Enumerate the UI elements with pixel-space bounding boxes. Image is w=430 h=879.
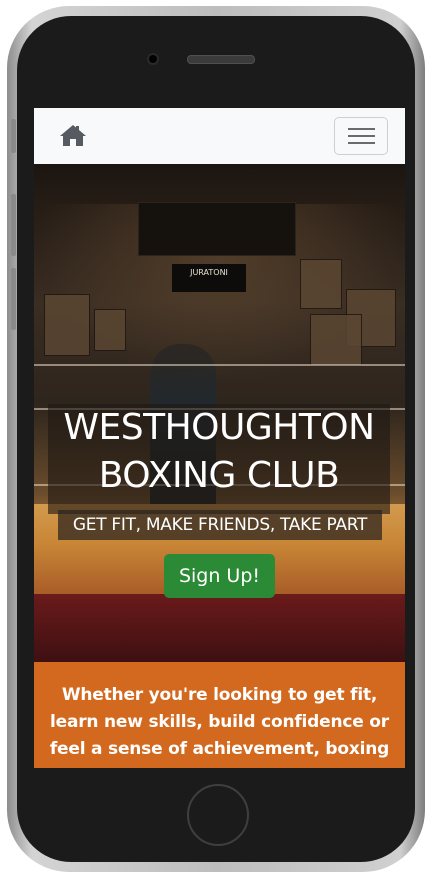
phone-home-button[interactable] <box>187 784 249 846</box>
hero-photo-poster <box>300 259 342 309</box>
boxing-ring-apron <box>34 594 405 662</box>
hero-photo-poster <box>94 309 126 351</box>
hero-photo-sign: JURATONI <box>172 264 246 292</box>
hero-title-line2: BOXING CLUB <box>98 455 340 496</box>
hero-tagline: GET FIT, MAKE FRIENDS, TAKE PART <box>58 510 382 540</box>
earpiece-speaker <box>187 55 255 64</box>
hero-section: JURATONI WESTHOUGHTON BOXING CLUB GET FI… <box>34 164 405 662</box>
hamburger-menu-icon[interactable] <box>334 117 388 155</box>
hero-photo-poster <box>310 314 362 366</box>
front-camera <box>149 55 157 63</box>
hero-photo-banner <box>138 202 296 256</box>
intro-section: Whether you're looking to get fit, learn… <box>34 662 405 768</box>
hero-photo-sign-text: JURATONI <box>190 268 228 277</box>
device-screen: JURATONI WESTHOUGHTON BOXING CLUB GET FI… <box>34 108 405 768</box>
hero-title-line1: WESTHOUGHTON <box>63 407 375 448</box>
boxing-ring-rope <box>34 364 405 366</box>
navbar <box>34 108 405 164</box>
intro-text: Whether you're looking to get fit, learn… <box>49 685 390 759</box>
mute-switch <box>11 119 16 153</box>
volume-down-button <box>11 268 16 330</box>
hero-title: WESTHOUGHTON BOXING CLUB <box>48 404 390 514</box>
hero-photo-poster <box>44 294 90 356</box>
home-icon[interactable] <box>59 123 87 147</box>
sign-up-button[interactable]: Sign Up! <box>164 554 275 598</box>
volume-up-button <box>11 194 16 256</box>
